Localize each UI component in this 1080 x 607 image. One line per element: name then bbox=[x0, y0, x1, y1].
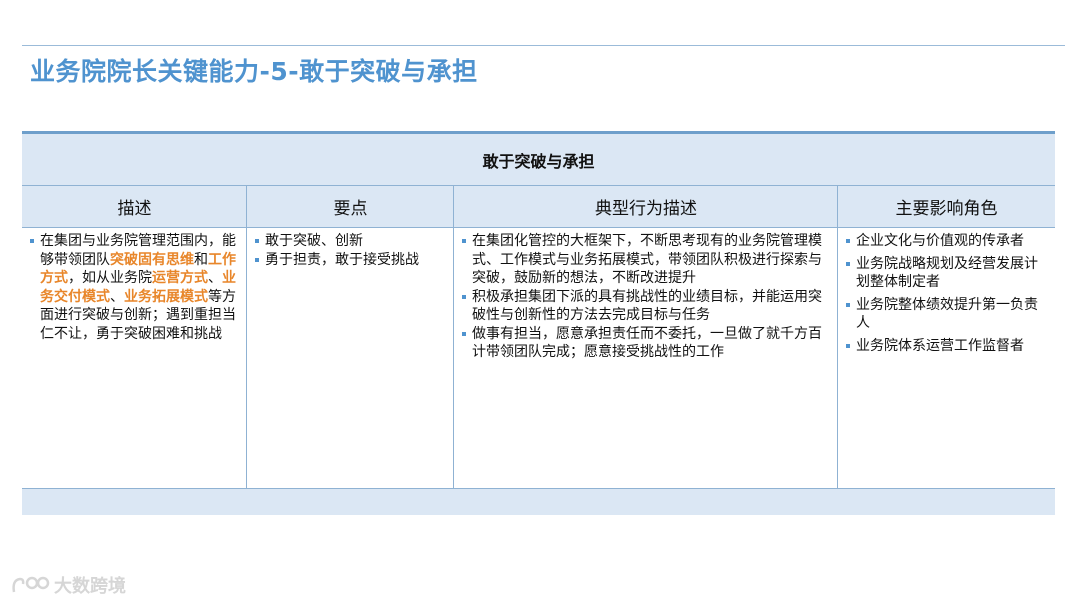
desc-segment: ，如从业务院 bbox=[68, 270, 152, 286]
table-body-row: 在集团与业务院管理范围内，能够带领团队突破固有思维和工作方式，如从业务院运营方式… bbox=[22, 228, 1055, 488]
header-description: 描述 bbox=[117, 199, 152, 219]
key-point-item: 敢于突破、创新 bbox=[255, 232, 448, 251]
header-key-points: 要点 bbox=[333, 199, 368, 219]
behavior-item: 积极承担集团下派的具有挑战性的业绩目标，并能运用突破性与创新性的方法去完成目标与… bbox=[462, 288, 832, 325]
column-divider bbox=[246, 186, 247, 488]
capability-table: 敢于突破与承担 描述 要点 典型行为描述 主要影响角色 在集团与业务院管理范围内… bbox=[22, 131, 1055, 515]
key-point-item: 勇于担责，敢于接受挑战 bbox=[255, 251, 448, 270]
header-roles: 主要影响角色 bbox=[895, 199, 998, 219]
description-cell: 在集团与业务院管理范围内，能够带领团队突破固有思维和工作方式，如从业务院运营方式… bbox=[22, 228, 247, 488]
role-item: 企业文化与价值观的传承者 bbox=[846, 232, 1049, 251]
desc-segment: 和 bbox=[194, 251, 208, 268]
desc-highlight: 突破固有思维 bbox=[110, 251, 194, 268]
watermark-text: 大数跨境 bbox=[54, 576, 126, 597]
description-text: 在集团与业务院管理范围内，能够带领团队突破固有思维和工作方式，如从业务院运营方式… bbox=[30, 232, 241, 343]
desc-highlight: 运营方式 bbox=[152, 270, 208, 286]
table-caption: 敢于突破与承担 bbox=[22, 134, 1055, 186]
behavior-item: 在集团化管控的大框架下，不断思考现有的业务院管理模式、工作模式与业务拓展模式，带… bbox=[462, 232, 832, 288]
watermark: 大数跨境 bbox=[10, 572, 126, 598]
column-divider bbox=[453, 186, 454, 488]
desc-segment: 、 bbox=[110, 288, 124, 305]
roles-cell: 企业文化与价值观的传承者 业务院战略规划及经营发展计划整体制定者 业务院整体绩效… bbox=[838, 228, 1055, 488]
top-divider bbox=[22, 45, 1065, 46]
key-points-cell: 敢于突破、创新 勇于担责，敢于接受挑战 bbox=[247, 228, 454, 488]
desc-highlight: 业务拓展模式 bbox=[124, 288, 208, 305]
desc-segment: 、 bbox=[208, 270, 222, 286]
table-header-row: 描述 要点 典型行为描述 主要影响角色 bbox=[22, 186, 1055, 228]
table-footer-row bbox=[22, 488, 1055, 515]
slide-title: 业务院院长关键能力-5-敢于突破与承担 bbox=[30, 57, 478, 86]
header-behaviors: 典型行为描述 bbox=[595, 199, 697, 219]
role-item: 业务院体系运营工作监督者 bbox=[846, 337, 1049, 356]
watermark-logo-icon bbox=[12, 576, 50, 593]
role-item: 业务院整体绩效提升第一负责人 bbox=[846, 296, 1049, 333]
behaviors-cell: 在集团化管控的大框架下，不断思考现有的业务院管理模式、工作模式与业务拓展模式，带… bbox=[454, 228, 838, 488]
behavior-item: 做事有担当，愿意承担责任而不委托，一旦做了就千方百计带领团队完成；愿意接受挑战性… bbox=[462, 325, 832, 362]
role-item: 业务院战略规划及经营发展计划整体制定者 bbox=[846, 255, 1049, 292]
column-divider bbox=[837, 186, 838, 488]
